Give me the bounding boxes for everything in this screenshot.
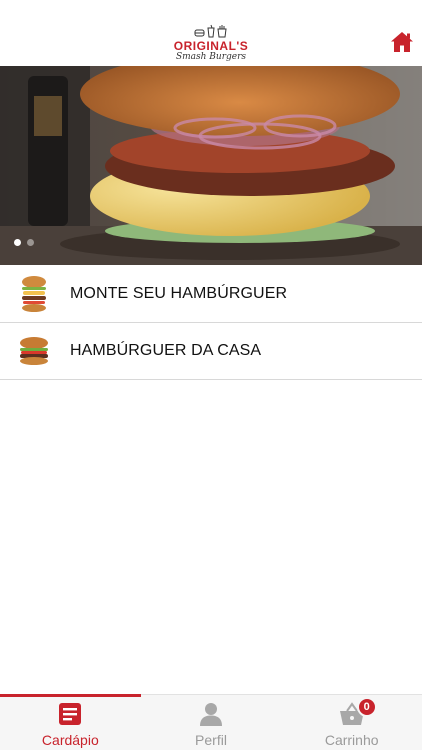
house-burger-icon — [18, 332, 50, 370]
burger-photo — [0, 66, 422, 265]
menu-item-label: HAMBÚRGUER DA CASA — [70, 342, 262, 359]
home-button[interactable] — [390, 30, 414, 54]
menu-item-house-burger[interactable]: HAMBÚRGUER DA CASA — [0, 323, 422, 380]
user-icon — [198, 701, 224, 727]
tab-label: Cardápio — [41, 732, 99, 748]
logo-subtitle: Smash Burgers — [175, 52, 247, 62]
tab-label: Perfil — [195, 732, 227, 748]
tab-cardapio[interactable]: Cardápio — [0, 694, 141, 750]
menu-item-build-burger[interactable]: MONTE SEU HAMBÚRGUER — [0, 266, 422, 323]
menu-list: MONTE SEU HAMBÚRGUER HAMBÚRGUER DA CASA — [0, 266, 422, 380]
tab-label: Carrinho — [324, 732, 379, 748]
app-header: ORIGINAL'S Smash Burgers — [0, 0, 422, 66]
stacked-burger-icon — [18, 275, 50, 313]
logo-food-icons — [194, 24, 227, 38]
menu-item-label: MONTE SEU HAMBÚRGUER — [70, 285, 288, 302]
hero-carousel[interactable] — [0, 66, 422, 265]
carousel-dot[interactable] — [27, 239, 34, 246]
basket-icon: 0 — [339, 697, 377, 727]
tab-carrinho[interactable]: 0 Carrinho — [281, 695, 422, 750]
bottom-tab-bar: Cardápio Perfil 0 Carrinho — [0, 694, 422, 750]
cart-count-badge: 0 — [356, 697, 377, 717]
logo-title: ORIGINAL'S — [173, 39, 249, 53]
tab-perfil[interactable]: Perfil — [141, 695, 282, 750]
carousel-dots[interactable] — [14, 239, 34, 246]
home-icon — [391, 32, 413, 52]
menu-list-icon — [57, 701, 83, 727]
carousel-dot-active[interactable] — [14, 239, 21, 246]
brand-logo: ORIGINAL'S Smash Burgers — [172, 24, 250, 64]
